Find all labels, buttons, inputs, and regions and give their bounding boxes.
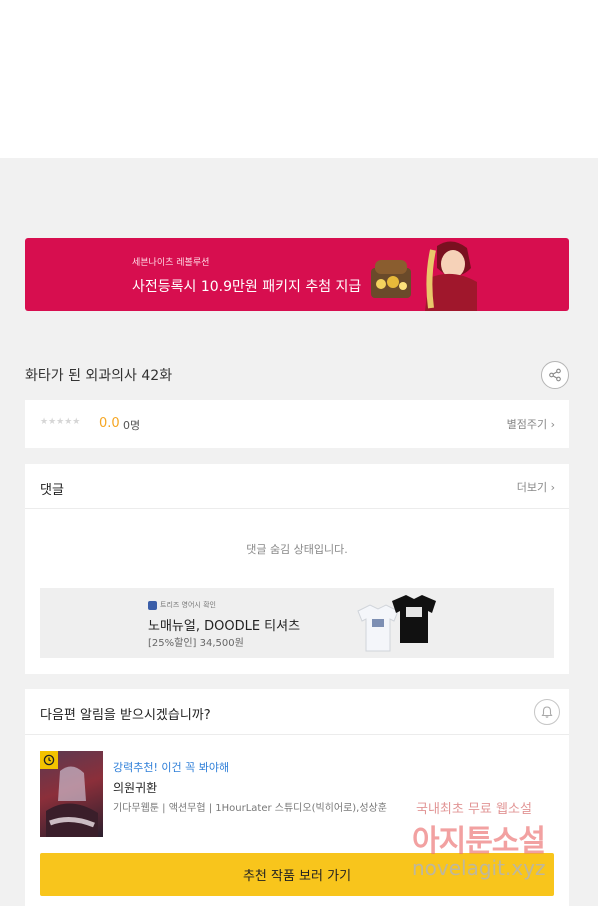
share-button[interactable] bbox=[541, 361, 569, 389]
tshirt-product-image bbox=[357, 595, 436, 652]
rating-count: 0명 bbox=[123, 419, 141, 432]
watermark-line3: novelagit.xyz bbox=[412, 856, 546, 880]
brand-logo-icon bbox=[148, 600, 157, 610]
notify-title: 다음편 알림을 받으시겠습니까? bbox=[40, 708, 211, 723]
comments-hidden-message: 댓글 숨김 상태입니다. bbox=[246, 543, 348, 556]
rating-score: 0.0 bbox=[99, 416, 120, 431]
rate-button[interactable]: 별점주기 › bbox=[507, 416, 555, 432]
recommended-meta: 기다무웹툰 | 액션무협 | 1HourLater 스튜디오(빅히어로),성상훈 bbox=[113, 803, 387, 814]
recommended-cover-image[interactable] bbox=[40, 751, 103, 837]
ad-brand-label: 트리즈 영어시 확인 bbox=[160, 601, 216, 609]
top-blank-area bbox=[0, 0, 598, 158]
ad-brand: 트리즈 영어시 확인 bbox=[148, 600, 216, 610]
comments-more-link[interactable]: 더보기 › bbox=[517, 479, 555, 495]
recommended-title[interactable]: 의원귀환 bbox=[113, 779, 157, 796]
notify-bell-button[interactable] bbox=[534, 699, 560, 725]
bell-icon bbox=[541, 706, 553, 718]
ad-banner[interactable]: 세븐나이츠 레볼루션 사전등록시 10.9만원 패키지 추첨 지급 bbox=[25, 238, 569, 311]
notify-header: 다음편 알림을 받으시겠습니까? bbox=[25, 689, 569, 735]
comment-section: 댓글 더보기 › 댓글 숨김 상태입니다. 트리즈 영어시 확인 노매뉴얼, D… bbox=[25, 464, 569, 674]
product-ad-card[interactable]: 트리즈 영어시 확인 노매뉴얼, DOODLE 티셔츠 [25%할인] 34,5… bbox=[40, 588, 554, 658]
banner-character-art bbox=[371, 241, 477, 311]
ad-title: 노매뉴얼, DOODLE 티셔츠 bbox=[148, 619, 301, 634]
rating-section: ★★★★★ 0.0 0명 별점주기 › bbox=[25, 400, 569, 448]
recommendation-tag: 강력추천! 이건 꼭 봐야해 bbox=[113, 761, 230, 774]
banner-subtitle: 세븐나이츠 레볼루션 bbox=[132, 258, 210, 268]
banner-title: 사전등록시 10.9만원 패키지 추첨 지급 bbox=[132, 279, 362, 295]
watermark-line2: 아지툰소설 bbox=[412, 824, 546, 859]
site-watermark: 국내최초 무료 웹소설 아지툰소설 novelagit.xyz bbox=[410, 798, 580, 893]
comment-title: 댓글 bbox=[40, 483, 64, 498]
rating-stars: ★★★★★ bbox=[40, 417, 81, 427]
episode-title: 화타가 된 외과의사 42화 bbox=[25, 368, 173, 384]
share-icon bbox=[549, 368, 561, 382]
watermark-line1: 국내최초 무료 웹소설 bbox=[416, 802, 532, 817]
cover-art bbox=[46, 766, 98, 837]
ad-price: [25%할인] 34,500원 bbox=[148, 638, 244, 649]
comment-header: 댓글 더보기 › bbox=[25, 464, 569, 509]
